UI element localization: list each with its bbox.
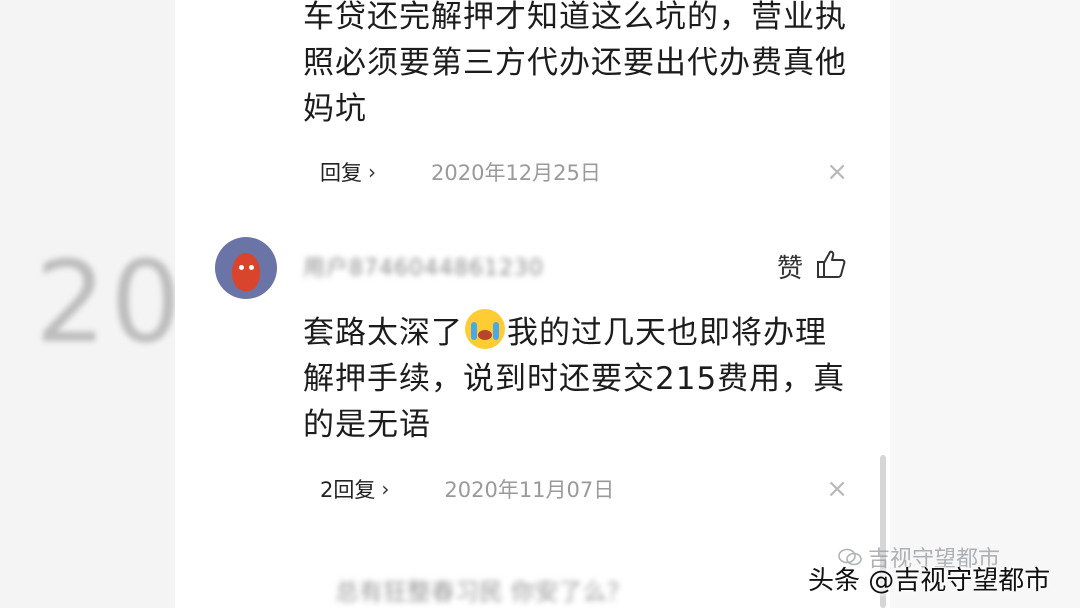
thumbs-up-icon[interactable]: [815, 248, 847, 280]
comment-2-line-3: 的是无语: [303, 407, 431, 443]
next-comment-preview: 总有狂整春习民 你安了么？: [335, 578, 631, 606]
avatar-eye-right: [249, 265, 254, 270]
like-label: 赞: [777, 254, 804, 284]
comment-2-reply-label: 2回复: [320, 478, 376, 502]
avatar-bird-shape: [232, 253, 260, 291]
comment-2-line-2: 解押手续，说到时还要交215费用，真: [303, 361, 846, 397]
comment-2-line-1: 套路太深了 我的过几天也即将办理: [303, 309, 845, 356]
comment-2-meta: 2回复 › 2020年11月07日: [320, 474, 614, 504]
chevron-right-icon: ›: [368, 160, 376, 184]
comment-2-close-icon[interactable]: ×: [826, 474, 848, 504]
comment-1-reply-label: 回复: [320, 161, 362, 185]
comment-1-line-2: 照必须要第三方代办还要出代办费真他: [303, 45, 847, 81]
comment-1-line-3: 妈坑: [303, 91, 367, 127]
comment-1-meta: 回复 › 2020年12月25日: [320, 157, 601, 187]
background-number: 20: [35, 238, 175, 368]
watermark: 头条 @吉视守望都市: [808, 566, 1051, 596]
comment-2-line-1-end: 我的过几天也即将办理: [507, 315, 827, 351]
comment-1-reply-button[interactable]: 回复 ›: [320, 157, 376, 187]
chevron-right-icon: ›: [381, 477, 390, 501]
comment-1-line-1: 车贷还完解押才知道这么坑的，营业执: [303, 0, 847, 35]
comment-1-text: 车贷还完解押才知道这么坑的，营业执 照必须要第三方代办还要出代办费真他 妈坑: [303, 0, 847, 132]
avatar[interactable]: [215, 237, 277, 299]
avatar-eye-left: [239, 265, 244, 270]
comment-list[interactable]: 车贷还完解押才知道这么坑的，营业执 照必须要第三方代办还要出代办费真他 妈坑 回…: [175, 0, 890, 608]
left-background: 20: [0, 0, 175, 608]
comment-1-close-icon[interactable]: ×: [826, 157, 848, 187]
comment-2-username[interactable]: 用户8746044861230: [303, 250, 544, 282]
comment-2-line-1-start: 套路太深了: [303, 315, 463, 351]
comment-2-date: 2020年11月07日: [444, 478, 615, 502]
comment-1-date: 2020年12月25日: [431, 161, 601, 185]
crying-face-icon: [465, 309, 505, 349]
comment-2-text: 套路太深了 我的过几天也即将办理 解押手续，说到时还要交215费用，真 的是无语: [303, 309, 845, 448]
right-background: [890, 0, 1080, 608]
comment-2-reply-button[interactable]: 2回复 ›: [320, 474, 389, 504]
